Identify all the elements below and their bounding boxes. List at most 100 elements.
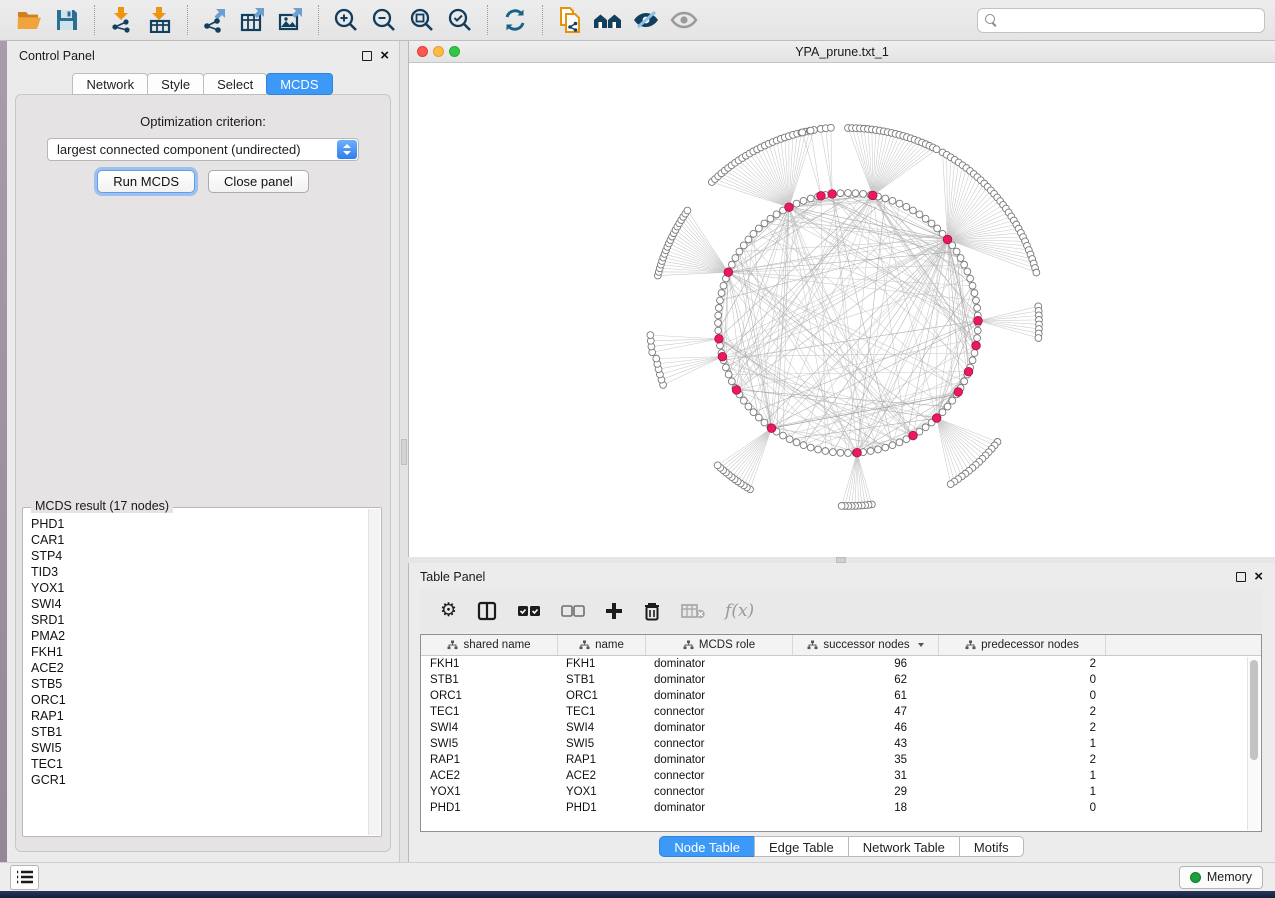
result-node-item[interactable]: STB1 xyxy=(31,724,368,740)
mcds-hub-node[interactable] xyxy=(715,335,724,344)
mcds-hub-node[interactable] xyxy=(943,235,952,244)
column-header-name[interactable]: name xyxy=(558,635,646,655)
table-row[interactable]: RAP1RAP1dominator352 xyxy=(421,752,1261,768)
scrollbar-thumb[interactable] xyxy=(1250,660,1258,760)
tab-select[interactable]: Select xyxy=(203,73,267,95)
refresh-button[interactable] xyxy=(499,5,531,35)
tab-style[interactable]: Style xyxy=(147,73,204,95)
mcds-hub-node[interactable] xyxy=(828,190,837,199)
table-row[interactable]: ORC1ORC1dominator610 xyxy=(421,688,1261,704)
unselect-all-icon[interactable] xyxy=(561,604,585,618)
result-node-item[interactable]: YOX1 xyxy=(31,580,368,596)
memory-button[interactable]: Memory xyxy=(1179,866,1263,889)
tab-mcds[interactable]: MCDS xyxy=(266,73,332,95)
tab-network[interactable]: Network xyxy=(72,73,148,95)
close-panel-icon[interactable]: × xyxy=(1254,572,1263,582)
column-header-MCDS-role[interactable]: MCDS role xyxy=(646,635,793,655)
settings-gear-icon[interactable]: ⚙ xyxy=(440,602,457,620)
network-graph[interactable] xyxy=(409,63,1275,556)
table-row[interactable]: YOX1YOX1connector291 xyxy=(421,784,1261,800)
mcds-hub-node[interactable] xyxy=(767,424,776,433)
tab-network-table[interactable]: Network Table xyxy=(848,836,960,857)
import-table-button[interactable] xyxy=(144,5,176,35)
main-toolbar xyxy=(0,0,1275,41)
tab-node-table[interactable]: Node Table xyxy=(659,836,755,857)
result-node-item[interactable]: CAR1 xyxy=(31,532,368,548)
tab-motifs[interactable]: Motifs xyxy=(959,836,1024,857)
mcds-hub-node[interactable] xyxy=(785,203,794,212)
search-input[interactable] xyxy=(998,10,1264,30)
zoom-in-button[interactable] xyxy=(330,5,362,35)
result-node-item[interactable]: ACE2 xyxy=(31,660,368,676)
result-node-item[interactable]: PHD1 xyxy=(31,516,368,532)
delete-icon[interactable] xyxy=(643,601,661,621)
import-network-button[interactable] xyxy=(106,5,138,35)
table-row[interactable]: SWI5SWI5connector431 xyxy=(421,736,1261,752)
table-row[interactable]: SWI4SWI4dominator462 xyxy=(421,720,1261,736)
criterion-select[interactable]: largest connected component (undirected) xyxy=(47,138,359,161)
run-mcds-button[interactable]: Run MCDS xyxy=(97,170,195,193)
mcds-result-list[interactable]: PHD1CAR1STP4TID3YOX1SWI4SRD1PMA2FKH1ACE2… xyxy=(24,511,368,835)
result-node-item[interactable]: SWI4 xyxy=(31,596,368,612)
show-all-button[interactable] xyxy=(668,5,700,35)
task-history-button[interactable] xyxy=(10,865,39,890)
add-column-icon[interactable] xyxy=(605,602,623,620)
mcds-hub-node[interactable] xyxy=(869,191,878,200)
export-table-button[interactable] xyxy=(237,5,269,35)
result-node-item[interactable]: GCR1 xyxy=(31,772,368,788)
save-session-button[interactable] xyxy=(51,5,83,35)
duplicate-network-button[interactable] xyxy=(554,5,586,35)
zoom-selected-button[interactable] xyxy=(444,5,476,35)
network-window-titlebar[interactable]: YPA_prune.txt_1 xyxy=(409,41,1275,63)
float-panel-icon[interactable] xyxy=(362,51,372,61)
result-list-scrollbar[interactable] xyxy=(368,509,380,835)
result-node-item[interactable]: STB5 xyxy=(31,676,368,692)
result-node-item[interactable]: RAP1 xyxy=(31,708,368,724)
mcds-hub-node[interactable] xyxy=(964,367,973,376)
hide-selected-button[interactable] xyxy=(630,5,662,35)
show-columns-icon[interactable] xyxy=(477,601,497,621)
result-node-item[interactable]: SWI5 xyxy=(31,740,368,756)
search-field[interactable] xyxy=(977,8,1265,33)
zoom-out-button[interactable] xyxy=(368,5,400,35)
network-canvas[interactable] xyxy=(409,63,1275,556)
mcds-hub-node[interactable] xyxy=(853,448,862,457)
open-session-button[interactable] xyxy=(13,5,45,35)
mcds-hub-node[interactable] xyxy=(972,341,981,350)
mcds-hub-node[interactable] xyxy=(932,414,941,423)
export-network-button[interactable] xyxy=(199,5,231,35)
result-node-item[interactable]: TEC1 xyxy=(31,756,368,772)
vertical-splitter[interactable] xyxy=(400,41,408,862)
mcds-hub-node[interactable] xyxy=(718,352,727,361)
select-all-icon[interactable] xyxy=(517,604,541,618)
tab-edge-table[interactable]: Edge Table xyxy=(754,836,849,857)
table-scrollbar[interactable] xyxy=(1247,657,1260,829)
mcds-hub-node[interactable] xyxy=(954,388,963,397)
table-row[interactable]: STB1STB1dominator620 xyxy=(421,672,1261,688)
mcds-hub-node[interactable] xyxy=(732,386,741,395)
zoom-fit-button[interactable] xyxy=(406,5,438,35)
table-row[interactable]: FKH1FKH1dominator962 xyxy=(421,656,1261,672)
result-node-item[interactable]: TID3 xyxy=(31,564,368,580)
mcds-hub-node[interactable] xyxy=(909,431,918,440)
table-row[interactable]: TEC1TEC1connector472 xyxy=(421,704,1261,720)
export-image-button[interactable] xyxy=(275,5,307,35)
column-header-successor-nodes[interactable]: successor nodes xyxy=(793,635,939,655)
table-row[interactable]: ACE2ACE2connector311 xyxy=(421,768,1261,784)
column-header-predecessor-nodes[interactable]: predecessor nodes xyxy=(939,635,1106,655)
result-node-item[interactable]: FKH1 xyxy=(31,644,368,660)
mcds-hub-node[interactable] xyxy=(817,192,826,201)
result-node-item[interactable]: STP4 xyxy=(31,548,368,564)
close-panel-icon[interactable]: × xyxy=(380,51,389,61)
float-panel-icon[interactable] xyxy=(1236,572,1246,582)
result-node-item[interactable]: PMA2 xyxy=(31,628,368,644)
first-neighbors-button[interactable] xyxy=(592,5,624,35)
result-node-item[interactable]: SRD1 xyxy=(31,612,368,628)
column-header-shared-name[interactable]: shared name xyxy=(421,635,558,655)
splitter-grip[interactable] xyxy=(401,439,407,465)
table-row[interactable]: PHD1PHD1dominator180 xyxy=(421,800,1261,816)
mcds-hub-node[interactable] xyxy=(724,268,733,277)
mcds-hub-node[interactable] xyxy=(974,316,983,325)
result-node-item[interactable]: ORC1 xyxy=(31,692,368,708)
close-panel-button[interactable]: Close panel xyxy=(208,170,309,193)
